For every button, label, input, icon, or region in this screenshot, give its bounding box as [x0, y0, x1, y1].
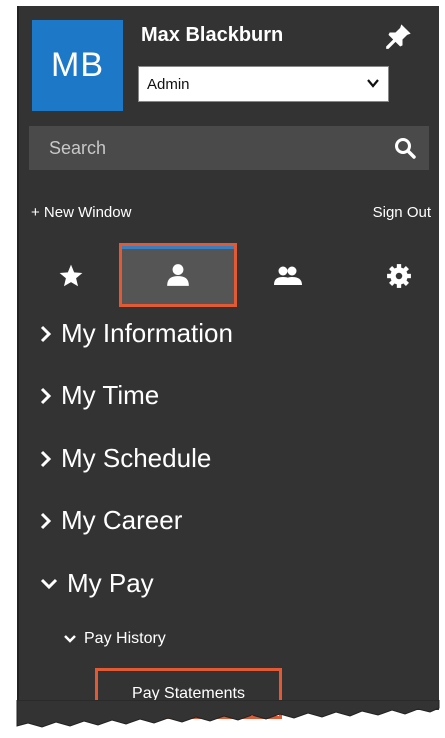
- role-select[interactable]: Admin: [138, 66, 389, 102]
- navigation-panel: MB Max Blackburn Admin Search + New Wind…: [17, 6, 439, 719]
- torn-edge-decoration: [16, 700, 440, 728]
- search-input[interactable]: Search: [29, 126, 429, 170]
- gear-icon: [387, 264, 411, 288]
- chevron-right-icon: [40, 450, 52, 467]
- chevron-right-icon: [40, 512, 52, 529]
- role-select-value: Admin: [147, 75, 190, 93]
- star-icon: [59, 264, 83, 287]
- chevron-down-icon: [367, 79, 379, 88]
- chevron-down-icon: [64, 635, 76, 643]
- nav-item-label: My Information: [61, 318, 233, 348]
- search-placeholder: Search: [49, 137, 107, 158]
- search-icon[interactable]: [393, 136, 417, 160]
- chevron-right-icon: [40, 387, 52, 404]
- avatar[interactable]: MB: [32, 20, 123, 111]
- person-icon: [167, 264, 189, 286]
- tab-settings[interactable]: [359, 246, 439, 306]
- nav-item-my-time[interactable]: My Time: [39, 380, 159, 411]
- tab-favorites[interactable]: [31, 246, 111, 306]
- nav-item-label: My Time: [61, 380, 160, 410]
- pin-icon[interactable]: [385, 22, 413, 50]
- nav-subitem-pay-history[interactable]: Pay History: [63, 630, 166, 648]
- sign-out-link[interactable]: Sign Out: [373, 204, 431, 221]
- tab-my-info[interactable]: [119, 243, 237, 307]
- new-window-link[interactable]: + New Window: [31, 204, 131, 221]
- nav-item-label: My Career: [61, 505, 183, 535]
- people-icon: [274, 266, 302, 285]
- nav-item-my-career[interactable]: My Career: [39, 505, 182, 536]
- nav-item-my-pay[interactable]: My Pay: [39, 568, 154, 599]
- nav-item-label: My Pay: [67, 568, 154, 598]
- nav-item-label: My Schedule: [61, 443, 212, 473]
- chevron-down-icon: [40, 578, 58, 589]
- chevron-right-icon: [40, 325, 52, 342]
- nav-subitem-label: Pay History: [84, 630, 166, 647]
- nav-item-my-schedule[interactable]: My Schedule: [39, 443, 211, 474]
- nav-item-my-information[interactable]: My Information: [39, 318, 233, 349]
- user-name: Max Blackburn: [141, 24, 284, 46]
- tab-team[interactable]: [248, 246, 328, 306]
- avatar-initials: MB: [51, 46, 104, 84]
